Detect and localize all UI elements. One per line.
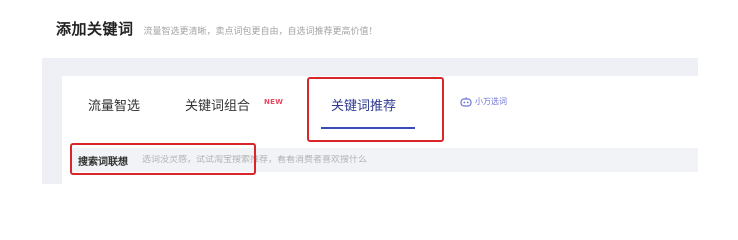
- new-badge: NEW: [264, 98, 284, 106]
- assistant-label: 小万选词: [475, 97, 507, 106]
- page-title: 添加关键词: [56, 20, 134, 38]
- tab-keyword-combination[interactable]: 关键词组合: [185, 95, 250, 114]
- header: 添加关键词 流量智选更清晰，卖点词包更自由，自选词推荐更高价值！: [56, 18, 378, 39]
- bot-icon: [460, 96, 472, 107]
- tab-keyword-recommendation[interactable]: 关键词推荐: [331, 95, 396, 114]
- search-suggest-row: 搜索词联想: [70, 148, 698, 172]
- active-tab-indicator: [321, 127, 415, 129]
- tab-liuliang-zhixuan[interactable]: 流量智选: [88, 95, 140, 114]
- page-subtitle: 流量智选更清晰，卖点词包更自由，自选词推荐更高价值！: [143, 27, 378, 37]
- search-suggest-label: 搜索词联想: [78, 156, 128, 168]
- assistant-xiaowan[interactable]: 小万选词: [460, 96, 507, 107]
- search-suggest-input[interactable]: [142, 155, 562, 165]
